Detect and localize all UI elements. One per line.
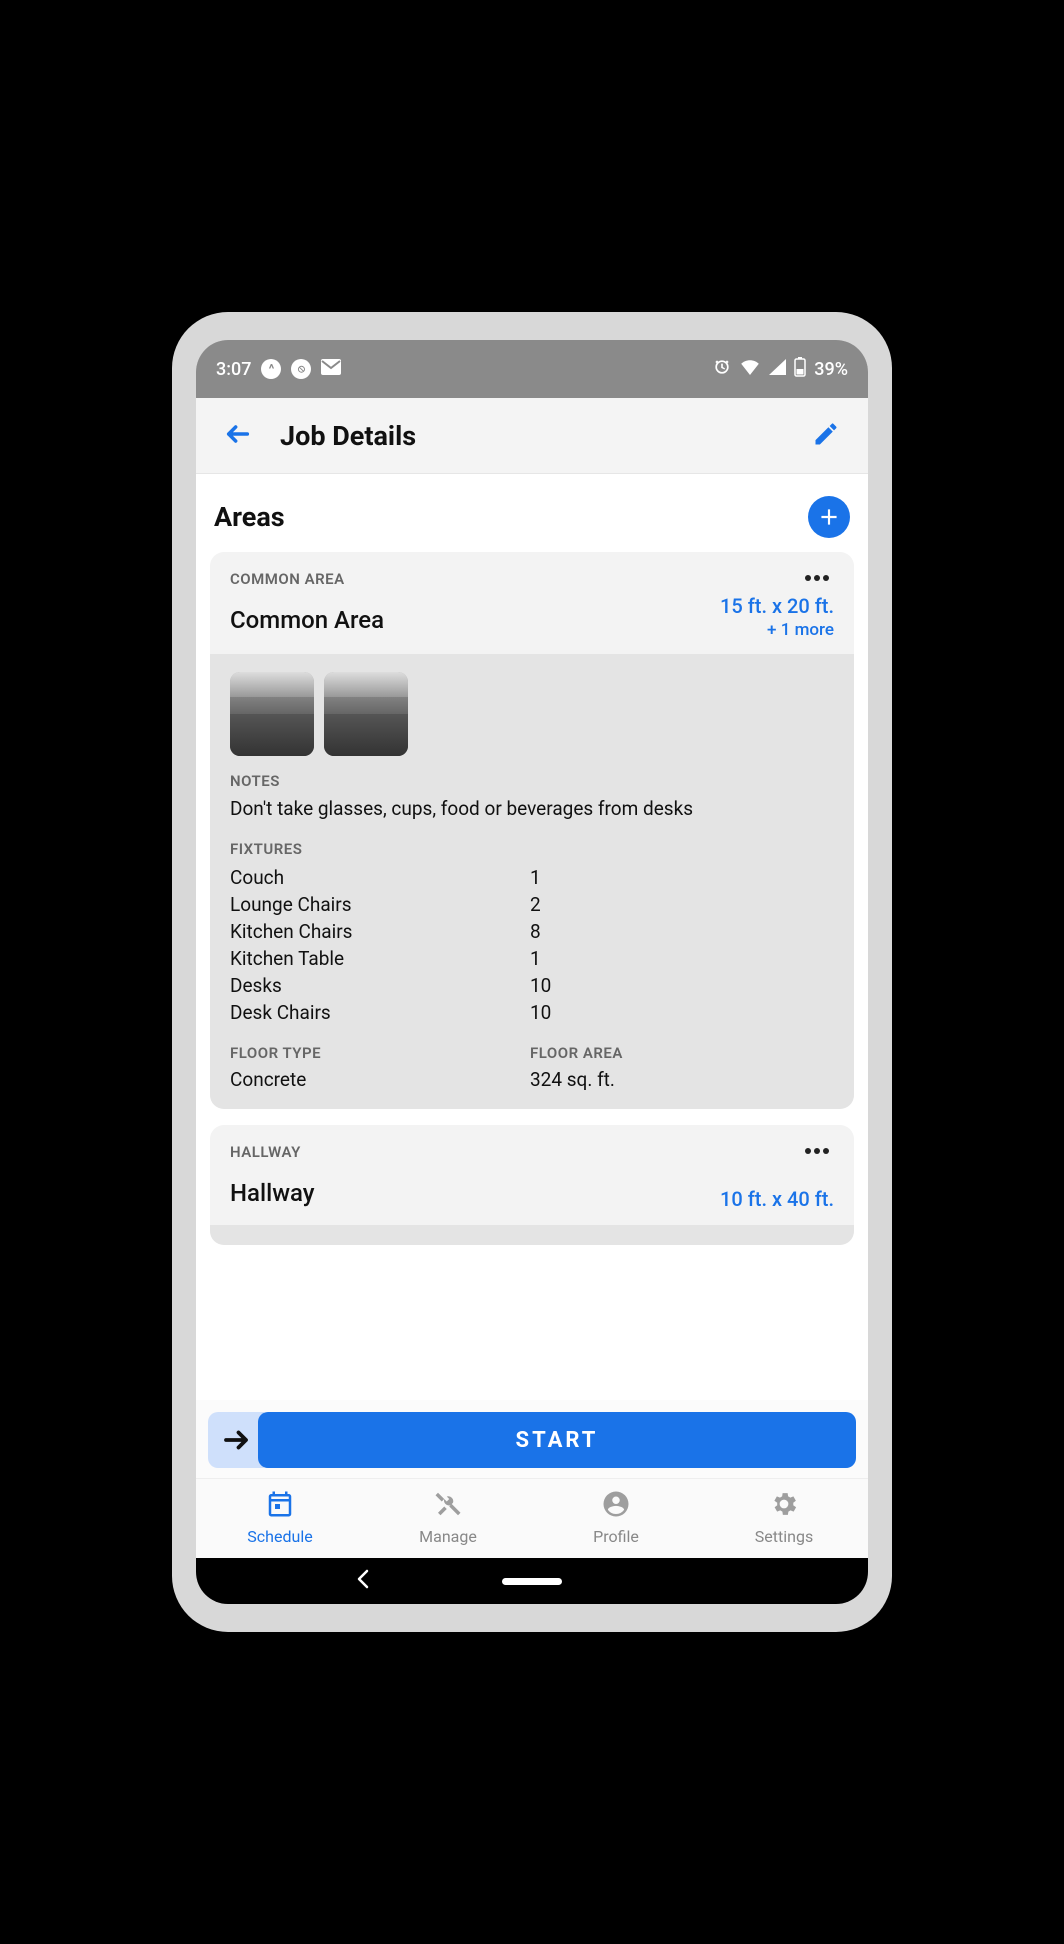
tab-manage[interactable]: Manage — [364, 1479, 532, 1558]
fixture-row: Kitchen Chairs 8 — [230, 918, 834, 945]
android-home-pill[interactable] — [502, 1578, 562, 1585]
area-card-header[interactable]: COMMON AREA Common Area 15 ft. x 20 ft. … — [210, 552, 854, 654]
back-button[interactable] — [216, 412, 260, 460]
android-back-button[interactable] — [356, 1569, 370, 1593]
fixture-qty: 8 — [530, 920, 541, 943]
wifi-icon — [740, 359, 760, 380]
fixtures-label: FIXTURES — [230, 840, 834, 858]
area-name: Hallway — [230, 1179, 315, 1207]
tab-label: Manage — [419, 1527, 477, 1546]
status-time: 3:07 — [216, 359, 251, 380]
fixture-row: Desk Chairs 10 — [230, 999, 834, 1026]
tools-icon — [433, 1489, 463, 1523]
area-card: COMMON AREA Common Area 15 ft. x 20 ft. … — [210, 552, 854, 1109]
area-dimensions: 15 ft. x 20 ft. — [720, 594, 834, 618]
app-icon-2: ⦸ — [291, 359, 311, 379]
area-more-link[interactable]: + 1 more — [720, 620, 834, 640]
fixture-row: Desks 10 — [230, 972, 834, 999]
battery-icon — [794, 357, 806, 382]
fixture-name: Kitchen Chairs — [230, 920, 530, 943]
tab-label: Profile — [593, 1527, 639, 1546]
bottom-tabbar: Schedule Manage Profile Settings — [196, 1478, 868, 1558]
calendar-icon — [265, 1489, 295, 1523]
section-title: Areas — [214, 501, 285, 533]
floor-area-value: 324 sq. ft. — [530, 1068, 830, 1091]
area-card-body-partial — [210, 1225, 854, 1245]
status-bar: 3:07 ^ ⦸ 39% — [196, 340, 868, 398]
start-button-label: START — [516, 1428, 599, 1453]
fixture-row: Kitchen Table 1 — [230, 945, 834, 972]
device-frame: 3:07 ^ ⦸ 39% — [172, 312, 892, 1632]
floor-area-label: FLOOR AREA — [530, 1044, 830, 1062]
tab-label: Settings — [755, 1527, 813, 1546]
signal-icon — [768, 359, 786, 380]
screen: 3:07 ^ ⦸ 39% — [196, 340, 868, 1604]
area-more-button[interactable] — [720, 1143, 834, 1159]
status-left: 3:07 ^ ⦸ — [216, 359, 341, 380]
area-dimensions: 10 ft. x 40 ft. — [720, 1187, 834, 1211]
fixture-row: Lounge Chairs 2 — [230, 891, 834, 918]
section-header: Areas — [210, 490, 854, 552]
fixture-name: Couch — [230, 866, 530, 889]
fixture-name: Desk Chairs — [230, 1001, 530, 1024]
tab-profile[interactable]: Profile — [532, 1479, 700, 1558]
edit-button[interactable] — [804, 412, 848, 460]
tab-label: Schedule — [247, 1527, 312, 1546]
person-icon — [601, 1489, 631, 1523]
app-header: Job Details — [196, 398, 868, 474]
fixture-row: Couch 1 — [230, 864, 834, 891]
add-area-button[interactable] — [808, 496, 850, 538]
fixture-qty: 2 — [530, 893, 541, 916]
area-card-header[interactable]: HALLWAY Hallway 10 ft. x 40 ft. — [210, 1125, 854, 1225]
fixture-name: Lounge Chairs — [230, 893, 530, 916]
page-title: Job Details — [280, 420, 804, 452]
start-bar: START — [196, 1400, 868, 1478]
start-button[interactable]: START — [258, 1412, 856, 1468]
area-card: HALLWAY Hallway 10 ft. x 40 ft. — [210, 1125, 854, 1245]
expand-toggle-button[interactable] — [208, 1412, 264, 1468]
area-more-button[interactable] — [720, 570, 834, 586]
area-name: Common Area — [230, 606, 384, 634]
fixture-qty: 1 — [530, 947, 541, 970]
notes-text: Don't take glasses, cups, food or bevera… — [230, 796, 834, 822]
mail-icon — [321, 359, 341, 380]
area-photo-thumb[interactable] — [324, 672, 408, 756]
fixture-name: Desks — [230, 974, 530, 997]
alarm-icon — [712, 357, 732, 382]
area-photo-thumb[interactable] — [230, 672, 314, 756]
notes-label: NOTES — [230, 772, 834, 790]
battery-percent: 39% — [814, 359, 848, 380]
tab-settings[interactable]: Settings — [700, 1479, 868, 1558]
area-photos — [230, 672, 834, 756]
content: Areas COMMON AREA Common Area — [196, 474, 868, 1400]
tab-schedule[interactable]: Schedule — [196, 1479, 364, 1558]
status-right: 39% — [712, 357, 848, 382]
fixture-qty: 1 — [530, 866, 541, 889]
app-icon-1: ^ — [261, 359, 281, 379]
gear-icon — [769, 1489, 799, 1523]
fixture-qty: 10 — [530, 974, 551, 997]
area-card-body: NOTES Don't take glasses, cups, food or … — [210, 654, 854, 1109]
area-category: COMMON AREA — [230, 570, 384, 588]
floor-type-value: Concrete — [230, 1068, 530, 1091]
fixture-qty: 10 — [530, 1001, 551, 1024]
area-category: HALLWAY — [230, 1143, 315, 1161]
android-nav-bar — [196, 1558, 868, 1604]
fixture-name: Kitchen Table — [230, 947, 530, 970]
floor-type-label: FLOOR TYPE — [230, 1044, 530, 1062]
